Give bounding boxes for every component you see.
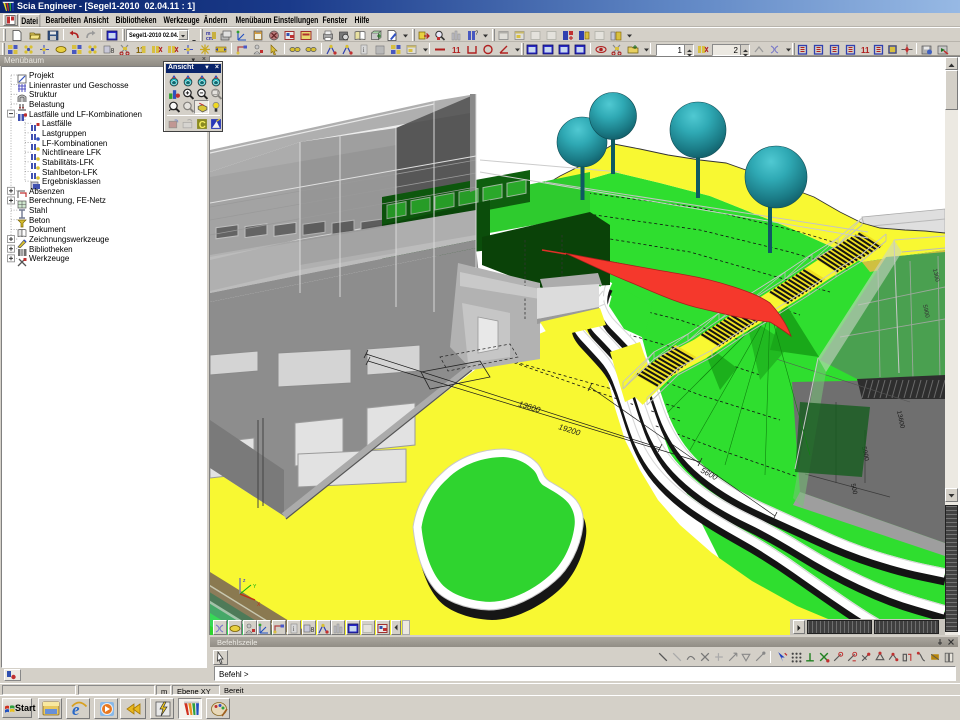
- svg-text:11: 11: [452, 46, 461, 55]
- svg-text:?: ?: [475, 31, 478, 37]
- svg-text:8: 8: [111, 48, 115, 55]
- svg-text:11: 11: [861, 46, 870, 55]
- svg-text:C: C: [199, 120, 206, 130]
- svg-text:8: 8: [311, 627, 315, 634]
- svg-text:i: i: [293, 625, 295, 633]
- svg-text:i: i: [363, 46, 365, 54]
